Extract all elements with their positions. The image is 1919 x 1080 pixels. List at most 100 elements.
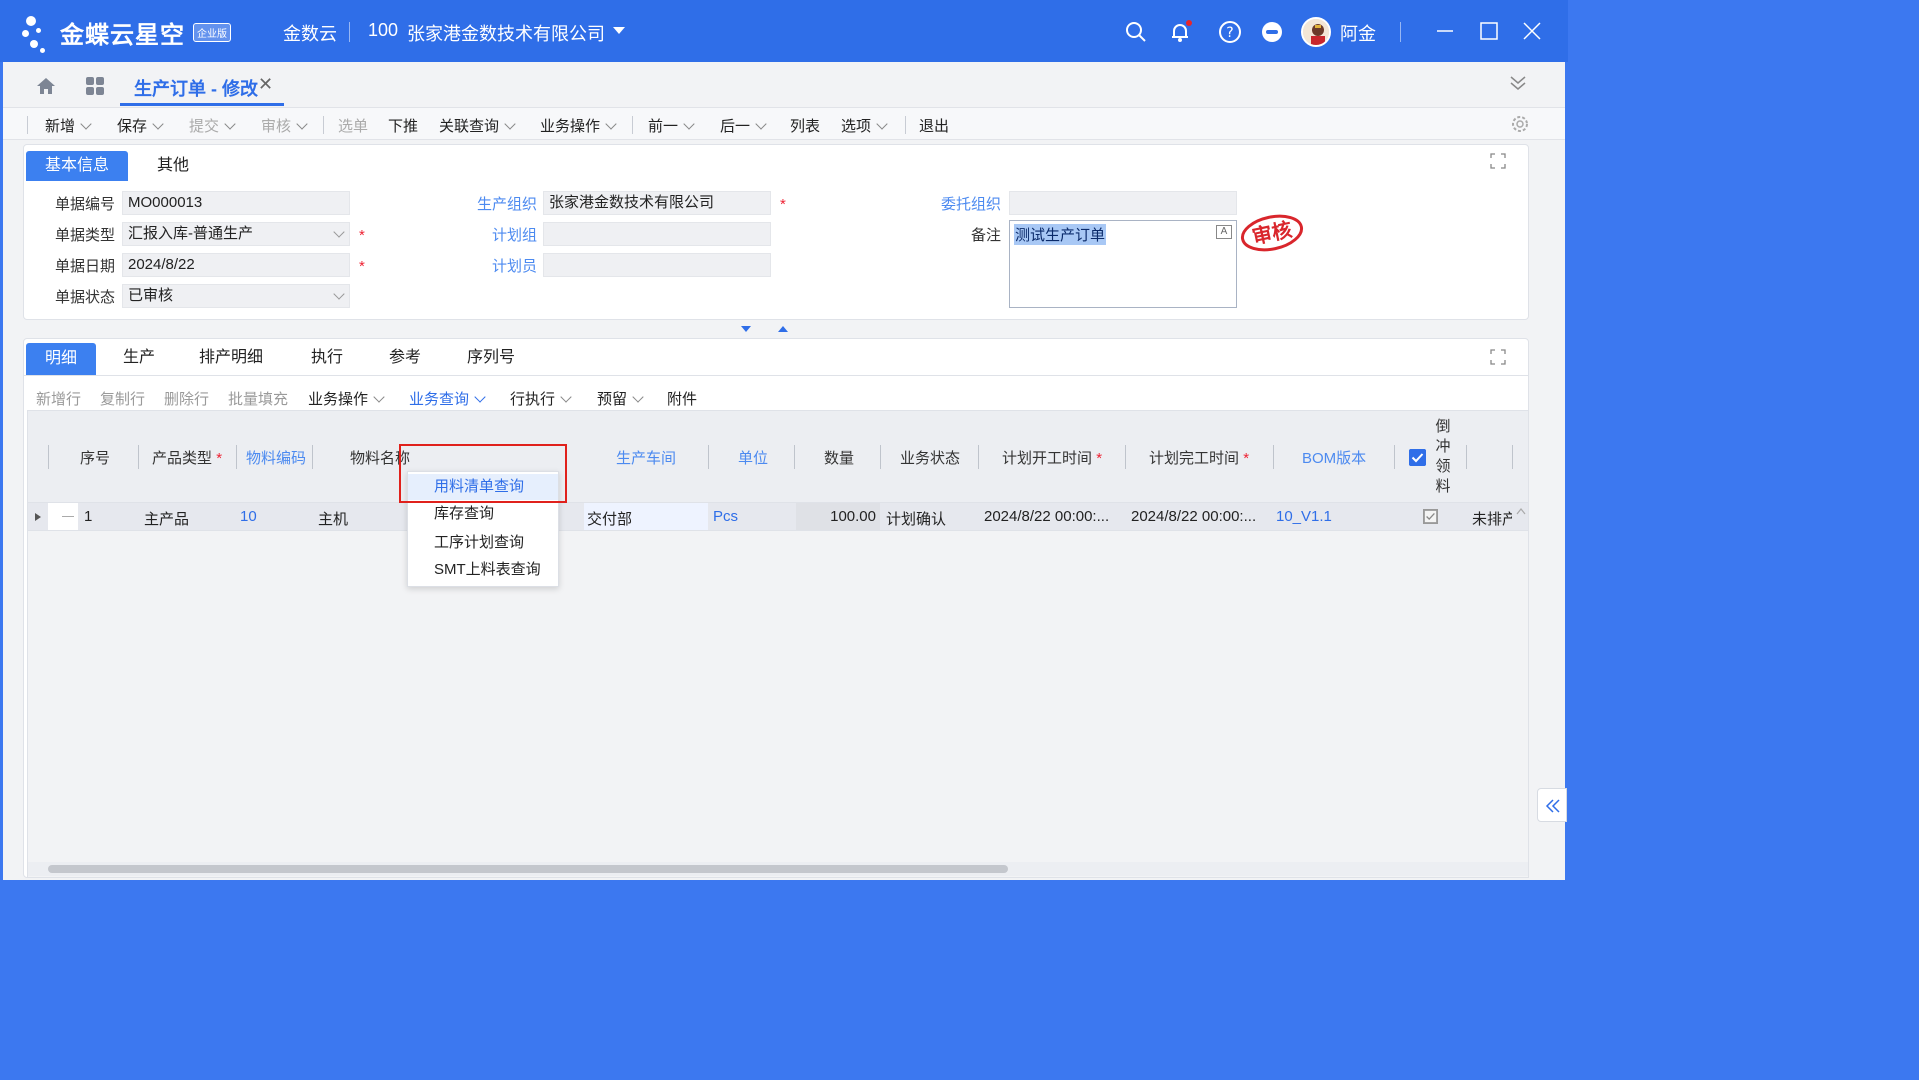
col-material-name[interactable]: 物料名称	[350, 447, 410, 468]
chevron-down-icon[interactable]	[296, 118, 308, 130]
cell-product-type[interactable]: 主产品	[144, 508, 189, 529]
cell-workshop[interactable]: 交付部	[587, 508, 632, 529]
col-plan-finish[interactable]: 计划完工时间 *	[1149, 447, 1249, 468]
tab-close-icon[interactable]: ✕	[258, 74, 273, 95]
org-dropdown-icon[interactable]	[612, 26, 626, 36]
org-code[interactable]: 100	[368, 20, 398, 41]
bell-icon[interactable]	[1168, 20, 1192, 44]
tab-detail[interactable]: 明细	[26, 343, 97, 375]
col-plan-start[interactable]: 计划开工时间 *	[1002, 447, 1102, 468]
home-icon[interactable]	[35, 75, 57, 97]
business-query-button[interactable]: 业务查询	[409, 388, 486, 409]
scrollbar-thumb[interactable]	[48, 865, 1008, 873]
chevron-down-icon[interactable]	[373, 391, 385, 403]
row-selector[interactable]	[48, 503, 78, 530]
batch-fill-button[interactable]: 批量填充	[228, 388, 288, 409]
save-button[interactable]: 保存	[117, 115, 164, 136]
options-button[interactable]: 选项	[841, 115, 888, 136]
entrust-org-field[interactable]	[1009, 191, 1237, 215]
table-row[interactable]: 1 主产品 10 主机 交付部 Pcs 100.00 计划确认 2024/8/2…	[28, 503, 1528, 531]
chevron-down-icon[interactable]	[755, 118, 767, 130]
org-name[interactable]: 张家港金数技术有限公司	[407, 20, 605, 46]
chevron-down-icon[interactable]	[474, 391, 486, 403]
chevron-down-icon[interactable]	[683, 118, 695, 130]
col-unit[interactable]: 单位	[738, 447, 768, 468]
memo-textarea[interactable]: 测试生产订单 A	[1009, 220, 1237, 308]
tab-execution[interactable]: 执行	[292, 343, 362, 373]
add-row-button[interactable]: 新增行	[36, 388, 81, 409]
col-workshop[interactable]: 生产车间	[616, 447, 676, 468]
col-biz-status[interactable]: 业务状态	[900, 447, 960, 468]
copy-row-button[interactable]: 复制行	[100, 388, 145, 409]
related-query-button[interactable]: 关联查询	[439, 115, 516, 136]
new-button[interactable]: 新增	[45, 115, 92, 136]
tab-production-order[interactable]: 生产订单 - 修改 ✕	[120, 62, 284, 106]
plan-group-field[interactable]	[543, 222, 771, 246]
maximize-icon[interactable]	[1476, 18, 1502, 44]
col-product-type[interactable]: 产品类型 *	[152, 447, 222, 468]
select-bill-button[interactable]: 选单	[338, 115, 368, 136]
col-seq[interactable]: 序号	[80, 447, 110, 468]
col-qty[interactable]: 数量	[824, 447, 854, 468]
tab-production[interactable]: 生产	[104, 343, 174, 373]
chevron-down-icon[interactable]	[80, 118, 92, 130]
cell-material-code[interactable]: 10	[240, 508, 257, 525]
row-business-operation-button[interactable]: 业务操作	[308, 388, 385, 409]
cell-backflush-checkbox[interactable]	[1423, 509, 1438, 524]
splitter-arrows-icon[interactable]	[741, 324, 801, 334]
cell-schedule-status[interactable]: 未排产	[1472, 508, 1512, 529]
col-backflush[interactable]: 倒 冲 领 料	[1434, 417, 1452, 497]
cell-unit[interactable]: Pcs	[713, 508, 738, 525]
plan-group-label[interactable]: 计划组	[463, 224, 537, 245]
tab-basic-info[interactable]: 基本信息	[26, 151, 129, 181]
backflush-all-checkbox[interactable]	[1409, 449, 1426, 466]
bill-no-field[interactable]: MO000013	[122, 191, 350, 215]
user-name[interactable]: 阿金	[1340, 20, 1376, 46]
cell-biz-status[interactable]: 计划确认	[886, 508, 946, 529]
menu-item-smt-query[interactable]: SMT上料表查询	[408, 557, 558, 583]
col-bom-version[interactable]: BOM版本	[1302, 447, 1366, 468]
text-format-icon[interactable]: A	[1216, 225, 1232, 239]
business-operation-button[interactable]: 业务操作	[540, 115, 617, 136]
cell-material-name[interactable]: 主机	[318, 508, 348, 529]
horizontal-scrollbar[interactable]	[28, 862, 1528, 876]
prd-org-label[interactable]: 生产组织	[463, 193, 537, 214]
avatar[interactable]	[1301, 17, 1331, 47]
planner-field[interactable]	[543, 253, 771, 277]
planner-label[interactable]: 计划员	[463, 255, 537, 276]
minimize-icon[interactable]	[1432, 18, 1458, 44]
attachment-button[interactable]: 附件	[667, 388, 697, 409]
tab-other[interactable]: 其他	[138, 151, 208, 181]
cell-qty[interactable]: 100.00	[808, 508, 876, 525]
col-material-code[interactable]: 物料编码	[246, 447, 306, 468]
chevron-down-icon[interactable]	[333, 226, 345, 238]
prd-org-field[interactable]: 张家港金数技术有限公司	[543, 191, 771, 215]
submit-button[interactable]: 提交	[189, 115, 236, 136]
help-icon[interactable]: ?	[1218, 20, 1242, 44]
delete-row-button[interactable]: 删除行	[164, 388, 209, 409]
product-switcher[interactable]: 金数云	[283, 20, 337, 46]
cell-bom-version[interactable]: 10_V1.1	[1276, 508, 1332, 525]
app-grid-icon[interactable]	[85, 76, 105, 96]
menu-item-inventory-query[interactable]: 库存查询	[408, 501, 558, 527]
search-icon[interactable]	[1124, 20, 1148, 44]
chevron-down-icon[interactable]	[224, 118, 236, 130]
tab-reference[interactable]: 参考	[370, 343, 440, 373]
reserve-button[interactable]: 预留	[597, 388, 644, 409]
tab-serial-number[interactable]: 序列号	[448, 343, 534, 373]
side-panel-toggle[interactable]	[1537, 788, 1567, 822]
tab-schedule-detail[interactable]: 排产明细	[180, 343, 282, 373]
next-button[interactable]: 后一	[720, 115, 767, 136]
expand-icon[interactable]	[1490, 349, 1506, 365]
chevron-down-icon[interactable]	[876, 118, 888, 130]
more-icon[interactable]	[1260, 20, 1284, 44]
cell-plan-start[interactable]: 2024/8/22 00:00:...	[984, 508, 1109, 525]
chevron-down-icon[interactable]	[632, 391, 644, 403]
chevron-down-icon[interactable]	[333, 288, 345, 300]
close-icon[interactable]	[1519, 18, 1545, 44]
cell-seq[interactable]: 1	[84, 508, 92, 525]
chevron-down-icon[interactable]	[152, 118, 164, 130]
bill-date-field[interactable]: 2024/8/22	[122, 253, 350, 277]
gear-icon[interactable]	[1510, 114, 1530, 134]
chevron-down-icon[interactable]	[605, 118, 617, 130]
